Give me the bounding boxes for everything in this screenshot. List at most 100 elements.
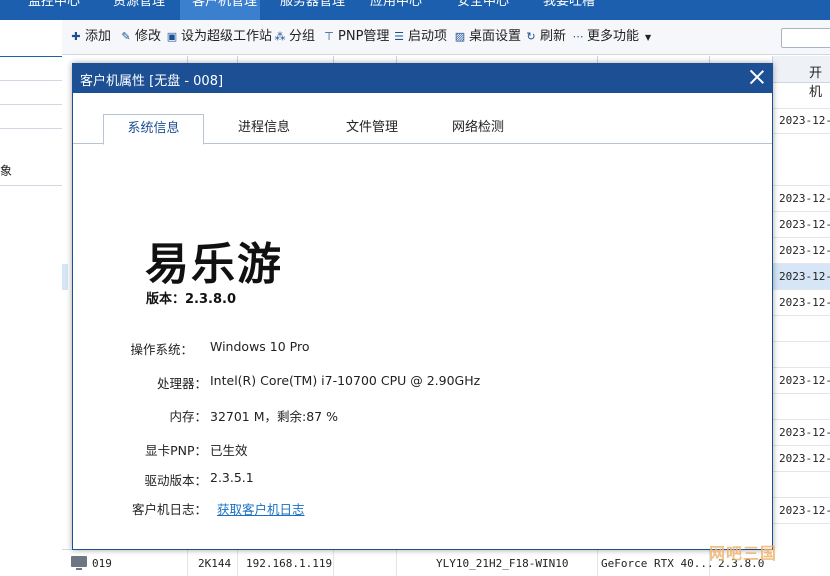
table-row[interactable]	[772, 316, 830, 342]
table-row[interactable]: 2023-12-6	[772, 238, 830, 264]
os-value: Windows 10 Pro	[210, 339, 310, 354]
client-mac: 2K144	[198, 557, 232, 570]
sidebar-item[interactable]	[0, 57, 62, 81]
table-row[interactable]	[772, 394, 830, 420]
plus-icon: ✚	[71, 30, 81, 43]
table-row[interactable]: 2023-12-6	[772, 212, 830, 238]
dialog-tabs: 系统信息 进程信息 文件管理 网络检测	[73, 93, 772, 145]
more-label: 更多功能	[587, 29, 640, 44]
sidebar: 象	[0, 20, 63, 575]
table-row[interactable]: 019 2K144 192.168.1.119 YLY10_21H2_F18-W…	[62, 549, 772, 576]
client-gpu: GeForce RTX 40...	[601, 557, 714, 570]
driver-version-label: 驱动版本：	[144, 473, 207, 488]
cell-ip: 192.168.1.119	[238, 550, 334, 576]
pnp-icon: ⊤	[324, 30, 334, 43]
table-row[interactable]: 2023-12-6	[772, 498, 830, 524]
add-button[interactable]: ✚ 添加	[70, 28, 111, 46]
more-dots-icon: ⋯	[572, 30, 584, 43]
client-ip: 192.168.1.119	[246, 557, 333, 570]
boot-time-cell: 2023-12-6	[779, 270, 830, 283]
cpu-label: 处理器：	[156, 376, 207, 391]
add-label: 添加	[85, 29, 112, 44]
table-row[interactable]	[772, 160, 830, 186]
search-input[interactable]	[781, 28, 830, 48]
list-icon: ☰	[394, 30, 404, 43]
more-functions-button[interactable]: ⋯ 更多功能 ▼	[572, 28, 652, 46]
nav-resources[interactable]: 资源管理	[113, 0, 165, 20]
table-row[interactable]	[772, 342, 830, 368]
boot-time-cell: 2023-12-6	[779, 218, 830, 231]
tab-file-management[interactable]: 文件管理	[346, 114, 398, 143]
table-row[interactable]	[772, 472, 830, 498]
tab-network-check[interactable]: 网络检测	[452, 114, 504, 143]
table-row[interactable]: 2023-12-6	[772, 368, 830, 394]
sidebar-item[interactable]	[0, 105, 62, 129]
boot-time-cell: 2023-12-6	[779, 296, 830, 309]
dialog-title-bar[interactable]: 客户机属性 [无盘 - 008]	[73, 64, 772, 93]
sidebar-item[interactable]	[0, 20, 62, 57]
close-icon[interactable]	[749, 69, 765, 85]
startup-items-button[interactable]: ☰ 启动项	[393, 28, 447, 46]
client-properties-dialog: 客户机属性 [无盘 - 008] 系统信息 进程信息 文件管理 网络检测 易乐游…	[72, 63, 773, 550]
pnp-label: PNP管理	[338, 29, 390, 44]
nav-monitor[interactable]: 监控中心	[28, 0, 80, 20]
cpu-value: Intel(R) Core(TM) i7-10700 CPU @ 2.90GHz	[210, 373, 481, 388]
refresh-label: 刷新	[540, 29, 567, 44]
caret-down-icon: ▼	[645, 33, 652, 42]
table-row[interactable]: 2023-12-6	[772, 290, 830, 316]
boot-time-cell: 2023-12-6	[779, 192, 830, 205]
cell-id: 019	[62, 550, 188, 576]
group-icon: ⁂	[274, 30, 286, 43]
table-row[interactable]: 2023-12-6	[772, 108, 830, 134]
boot-time-cell: 2023-12-6	[779, 452, 830, 465]
nav-server-management[interactable]: 服务器管理	[280, 0, 345, 20]
computer-icon	[71, 556, 87, 570]
app-name: 易乐游	[145, 239, 283, 290]
cell-gpu: GeForce RTX 40...	[598, 550, 714, 576]
group-button[interactable]: ⁂ 分组	[274, 28, 316, 46]
refresh-icon: ↻	[526, 30, 536, 43]
nav-security-center[interactable]: 安全中心	[457, 0, 509, 20]
watermark-logo: 网吧三国	[709, 544, 778, 563]
table-row[interactable]: 2023-12-6	[772, 264, 830, 290]
set-super-workstation-button[interactable]: ▣ 设为超级工作站	[166, 28, 272, 46]
table-row[interactable]: 2023-12-6	[772, 186, 830, 212]
pnp-management-button[interactable]: ⊤ PNP管理	[323, 28, 389, 46]
sidebar-item[interactable]: 象	[0, 129, 62, 186]
table-row[interactable]: 2023-12-6	[772, 420, 830, 446]
client-log-label: 客户机日志：	[131, 502, 207, 517]
gpu-pnp-label: 显卡PNP：	[145, 443, 207, 458]
client-id: 019	[92, 557, 112, 570]
os-label: 操作系统：	[130, 342, 193, 357]
nav-client-management[interactable]: 客户机管理	[180, 0, 260, 20]
edit-label: 修改	[135, 29, 162, 44]
memory-value: 32701 M，剩余:87 %	[210, 409, 338, 424]
table-row[interactable]: 2023-12-6	[772, 446, 830, 472]
boot-time-cell: 2023-12-6	[779, 244, 830, 257]
app-version: 版本：2.3.8.0	[146, 292, 236, 307]
nav-app-center[interactable]: 应用中心	[370, 0, 422, 20]
desktop-label: 桌面设置	[469, 29, 522, 44]
column-header-boot-time[interactable]: 开机	[772, 56, 830, 100]
sidebar-item[interactable]	[0, 81, 62, 105]
dialog-title: 客户机属性 [无盘 - 008]	[80, 74, 224, 89]
nav-feedback[interactable]: 我要吐槽	[543, 0, 595, 20]
tab-process-info[interactable]: 进程信息	[238, 114, 290, 143]
toolbar: ✚ 添加 ✎ 修改 ▣ 设为超级工作站 ⁂ 分组 ⊤ PNP管理 ☰ 启动项 ▨ 桌面设置 ↻…	[62, 20, 830, 55]
get-client-log-link[interactable]: 获取客户机日志	[217, 499, 305, 518]
startup-label: 启动项	[408, 29, 448, 44]
client-image: YLY10_21H2_F18-WIN10	[436, 557, 569, 570]
cell-image: YLY10_21H2_F18-WIN10	[397, 550, 598, 576]
boot-time-cell: 2023-12-6	[779, 504, 830, 517]
table-row[interactable]	[772, 83, 830, 109]
edit-button[interactable]: ✎ 修改	[120, 28, 161, 46]
boot-time-cell: 2023-12-6	[779, 426, 830, 439]
pencil-icon: ✎	[121, 30, 131, 43]
tab-system-info[interactable]: 系统信息	[103, 114, 204, 145]
refresh-button[interactable]: ↻ 刷新	[525, 28, 566, 46]
driver-version-value: 2.3.5.1	[210, 470, 254, 485]
selected-row-highlight	[62, 264, 68, 290]
top-nav: 监控中心 资源管理 客户机管理 服务器管理 应用中心 安全中心 我要吐槽	[0, 0, 830, 20]
boot-time-cell: 2023-12-6	[779, 114, 830, 127]
desktop-settings-button[interactable]: ▨ 桌面设置	[454, 28, 521, 46]
